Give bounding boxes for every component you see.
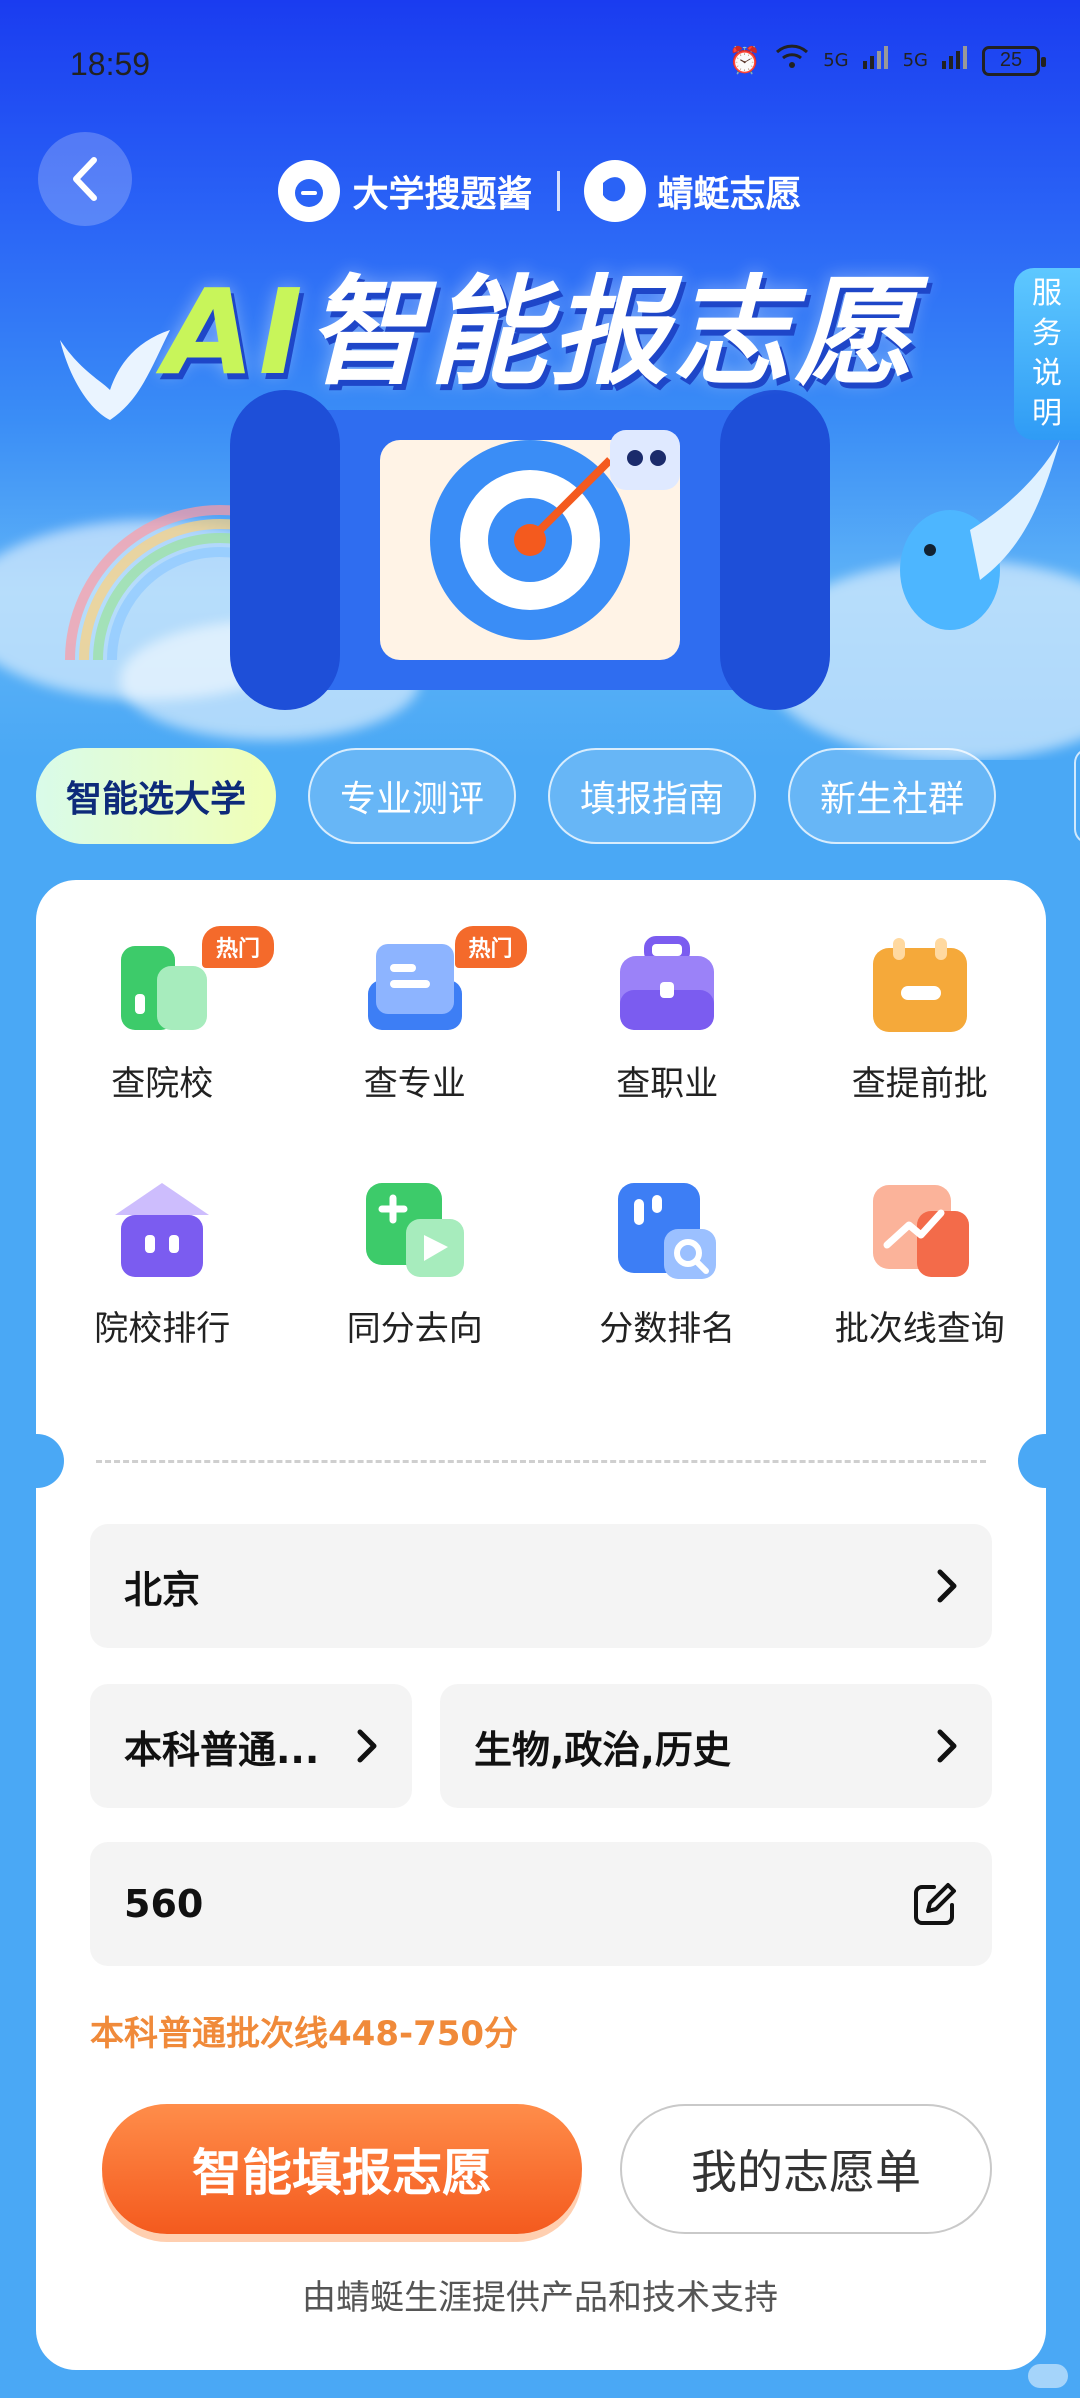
same-score-icon [365,1183,464,1277]
feature-grid: 热门 查院校 热门 查专业 查职业 查提前批 院校排行 同分去向 分数排名 批次… [36,926,1047,1350]
souti-logo-icon [278,160,341,222]
major-book-icon [367,944,462,1030]
service-tab-char-3: 说 [1032,356,1062,391]
service-description-tab[interactable]: 服 务 说 明 [1014,268,1080,440]
tab-smart-select[interactable]: 智能选大学 [36,748,277,844]
tab-major-assessment[interactable]: 专业测评 [308,748,517,844]
qingting-logo-icon [583,160,646,222]
province-select[interactable]: 北京 [90,1524,992,1648]
grid-item-early-batch[interactable]: 查提前批 [794,930,1047,1105]
subjects-value: 生物,政治,历史 [474,1727,731,1772]
grid-item-ranking[interactable]: 院校排行 [36,1175,289,1350]
service-tab-char-4: 明 [1032,396,1062,431]
chevron-right-icon [357,1729,377,1763]
cutoff-note: 本科普通批次线448-750分 [90,2014,519,2054]
brand-souti-label: 大学搜题酱 [352,174,533,215]
grid-item-career[interactable]: 查职业 [541,930,794,1105]
parrot-right-icon [900,440,1060,630]
signal-5g-label-2: 5G [902,50,928,71]
wifi-icon [775,44,809,77]
tab-overflow-stub[interactable] [1074,748,1080,844]
card-notch-left [10,1434,64,1488]
brand-qingting: 蜻蜓志愿 [583,160,802,222]
service-tab-char-2: 务 [1032,316,1062,351]
hero-title-ai: AI [163,263,307,401]
tab-freshman-group[interactable]: 新生社群 [788,748,997,844]
alarm-icon: ⏰ [728,45,762,76]
target-scroll-illustration [230,390,830,710]
grid-label: 查提前批 [851,1064,988,1104]
briefcase-icon [620,936,715,1030]
edit-icon[interactable] [912,1881,958,1927]
batch-select[interactable]: 本科普通... [90,1684,412,1808]
brand-souti: 大学搜题酱 [278,160,533,222]
grid-label: 查专业 [363,1064,466,1104]
service-tab-char-1: 服 [1032,276,1062,311]
grid-label: 分数排名 [599,1309,736,1349]
my-volunteer-list-button[interactable]: 我的志愿单 [620,2104,992,2234]
grid-item-score-rank[interactable]: 分数排名 [541,1175,794,1350]
grid-label: 批次线查询 [834,1309,1005,1349]
subjects-select[interactable]: 生物,政治,历史 [440,1684,992,1808]
card-notch-right [1018,1434,1072,1488]
hero-title: AI智能报志愿 [0,236,1080,407]
grid-item-school[interactable]: 热门 查院校 [36,926,289,1105]
chevron-right-icon [937,1569,957,1603]
grid-item-same-score[interactable]: 同分去向 [289,1175,542,1350]
province-value: 北京 [124,1567,201,1612]
signal-5g-label: 5G [823,50,849,71]
signal-bars-icon [862,45,889,76]
calendar-icon [872,938,967,1032]
brand-row: 大学搜题酱 蜻蜓志愿 [0,160,1080,222]
institution-building-icon [115,1183,210,1277]
hero-title-rest: 智能报志愿 [306,263,917,401]
school-icon [121,946,208,1030]
score-rank-icon [618,1183,717,1279]
grid-item-major[interactable]: 热门 查专业 [289,926,542,1105]
grid-label: 查院校 [111,1064,214,1104]
grid-item-batch-line[interactable]: 批次线查询 [794,1175,1047,1350]
footer-note: 由蜻蜓生涯提供产品和技术支持 [302,2278,778,2318]
grid-label: 查职业 [616,1064,719,1104]
tab-filling-guide[interactable]: 填报指南 [548,748,757,844]
brand-qingting-label: 蜻蜓志愿 [657,174,802,215]
dashed-divider [96,1460,986,1463]
status-bar: 18:59 ⏰ 5G 5G 25 [0,0,1080,130]
batch-value: 本科普通... [124,1727,320,1772]
grid-label: 同分去向 [346,1309,483,1349]
smart-fill-button[interactable]: 智能填报志愿 [102,2104,582,2234]
batch-line-icon [872,1185,969,1277]
category-tabs: 智能选大学 专业测评 填报指南 新生社群 [36,748,997,844]
grid-label: 院校排行 [94,1309,231,1349]
signal-bars-icon-2 [942,45,968,76]
status-icons: ⏰ 5G 5G 25 [728,44,1046,77]
battery-icon: 25 [982,45,1046,76]
status-time: 18:59 [70,46,151,82]
score-input[interactable]: 560 [90,1842,992,1966]
brand-separator [556,171,560,211]
chevron-right-icon [937,1729,957,1763]
score-value: 560 [124,1882,204,1926]
floating-handle[interactable] [1028,2364,1068,2388]
